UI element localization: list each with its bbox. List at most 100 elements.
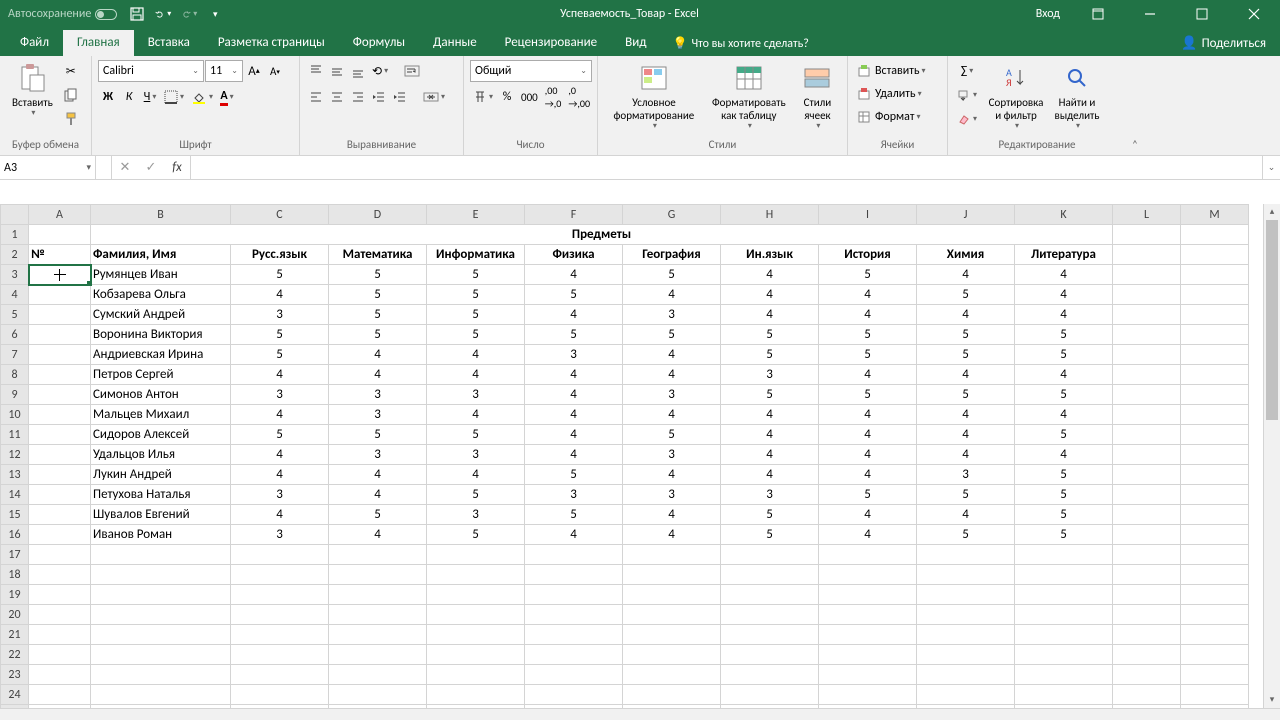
- cell[interactable]: [819, 625, 917, 645]
- fx-icon[interactable]: fx: [164, 156, 190, 179]
- cell[interactable]: №: [29, 245, 91, 265]
- cell[interactable]: [1113, 545, 1181, 565]
- cell[interactable]: 5: [1015, 525, 1113, 545]
- worksheet-grid[interactable]: ABCDEFGHIJKLM1Предметы2№Фамилия, ИмяРусс…: [0, 204, 1280, 708]
- cell[interactable]: 5: [819, 485, 917, 505]
- col-header-H[interactable]: H: [721, 205, 819, 225]
- cell[interactable]: 4: [917, 265, 1015, 285]
- cell[interactable]: [1181, 385, 1249, 405]
- cell[interactable]: 5: [525, 465, 623, 485]
- cell[interactable]: 5: [329, 505, 427, 525]
- cell[interactable]: 5: [917, 525, 1015, 545]
- cell[interactable]: [623, 545, 721, 565]
- row-header-22[interactable]: 22: [1, 645, 29, 665]
- cell[interactable]: [91, 605, 231, 625]
- cell[interactable]: История: [819, 245, 917, 265]
- cell[interactable]: 4: [819, 445, 917, 465]
- col-header-M[interactable]: M: [1181, 205, 1249, 225]
- cell[interactable]: [29, 685, 91, 705]
- cell[interactable]: [1181, 505, 1249, 525]
- cell[interactable]: [231, 625, 329, 645]
- percent-icon[interactable]: %: [497, 86, 517, 108]
- cell[interactable]: Русс.язык: [231, 245, 329, 265]
- cell[interactable]: [1181, 525, 1249, 545]
- formula-input[interactable]: [191, 156, 1262, 179]
- minimize-icon[interactable]: [1128, 0, 1172, 28]
- sort-filter-button[interactable]: АЯСортировка и фильтр▾: [984, 60, 1048, 134]
- cell[interactable]: [1113, 665, 1181, 685]
- cell[interactable]: 4: [525, 405, 623, 425]
- cell[interactable]: [623, 585, 721, 605]
- row-header-4[interactable]: 4: [1, 285, 29, 305]
- cell[interactable]: [1181, 365, 1249, 385]
- cell[interactable]: [1181, 285, 1249, 305]
- find-select-button[interactable]: Найти и выделить▾: [1048, 60, 1106, 134]
- cell[interactable]: 5: [721, 525, 819, 545]
- cell[interactable]: Лукин Андрей: [91, 465, 231, 485]
- cell[interactable]: 4: [427, 405, 525, 425]
- cell[interactable]: Воронина Виктория: [91, 325, 231, 345]
- orientation-icon[interactable]: ⟲▾: [369, 60, 391, 82]
- cell[interactable]: 4: [329, 345, 427, 365]
- cell[interactable]: 4: [525, 265, 623, 285]
- cell[interactable]: [819, 565, 917, 585]
- cell[interactable]: 5: [329, 325, 427, 345]
- tab-view[interactable]: Вид: [611, 30, 660, 56]
- wrap-text-icon[interactable]: [401, 60, 423, 82]
- cell[interactable]: 3: [525, 485, 623, 505]
- cell[interactable]: 5: [819, 325, 917, 345]
- conditional-format-button[interactable]: Условное форматирование▾: [604, 60, 704, 134]
- cancel-icon[interactable]: ✕: [112, 156, 138, 179]
- bold-icon[interactable]: Ж: [98, 86, 118, 108]
- cell[interactable]: Сумский Андрей: [91, 305, 231, 325]
- cell[interactable]: 4: [1015, 265, 1113, 285]
- row-header-7[interactable]: 7: [1, 345, 29, 365]
- cell[interactable]: 4: [231, 445, 329, 465]
- cell[interactable]: 4: [231, 405, 329, 425]
- cell[interactable]: 4: [819, 425, 917, 445]
- row-header-11[interactable]: 11: [1, 425, 29, 445]
- grow-font-icon[interactable]: A▴: [244, 60, 264, 82]
- cell[interactable]: [231, 665, 329, 685]
- cell[interactable]: [721, 605, 819, 625]
- cell[interactable]: 4: [329, 465, 427, 485]
- col-header-L[interactable]: L: [1113, 205, 1181, 225]
- cell[interactable]: Литература: [1015, 245, 1113, 265]
- cell[interactable]: [91, 625, 231, 645]
- cell[interactable]: [29, 625, 91, 645]
- cell[interactable]: [1181, 425, 1249, 445]
- align-left-icon[interactable]: [306, 86, 326, 108]
- cell[interactable]: 4: [1015, 365, 1113, 385]
- cell[interactable]: [819, 545, 917, 565]
- cell[interactable]: [721, 645, 819, 665]
- cell[interactable]: [427, 565, 525, 585]
- login-link[interactable]: Вход: [1036, 7, 1060, 21]
- enter-icon[interactable]: ✓: [138, 156, 164, 179]
- cell[interactable]: [1181, 465, 1249, 485]
- copy-icon[interactable]: [61, 84, 81, 106]
- cell[interactable]: [1113, 585, 1181, 605]
- cell[interactable]: 5: [819, 265, 917, 285]
- cell[interactable]: [1113, 505, 1181, 525]
- cell[interactable]: [1113, 425, 1181, 445]
- cell[interactable]: [1181, 685, 1249, 705]
- cell[interactable]: [917, 605, 1015, 625]
- cell[interactable]: [1181, 325, 1249, 345]
- vertical-scrollbar[interactable]: ▴ ▾: [1263, 204, 1280, 708]
- cell[interactable]: [917, 665, 1015, 685]
- cell[interactable]: [29, 545, 91, 565]
- cell[interactable]: 4: [525, 365, 623, 385]
- format-cells-button[interactable]: Формат▾: [854, 106, 941, 128]
- cell[interactable]: [29, 225, 91, 245]
- cell[interactable]: 4: [917, 445, 1015, 465]
- cell[interactable]: Химия: [917, 245, 1015, 265]
- cell[interactable]: [329, 645, 427, 665]
- row-header-14[interactable]: 14: [1, 485, 29, 505]
- cell[interactable]: [1015, 605, 1113, 625]
- cell[interactable]: 4: [819, 305, 917, 325]
- cell[interactable]: [1113, 525, 1181, 545]
- cell[interactable]: 4: [329, 365, 427, 385]
- row-header-3[interactable]: 3: [1, 265, 29, 285]
- selected-cell[interactable]: [29, 265, 91, 285]
- col-header-F[interactable]: F: [525, 205, 623, 225]
